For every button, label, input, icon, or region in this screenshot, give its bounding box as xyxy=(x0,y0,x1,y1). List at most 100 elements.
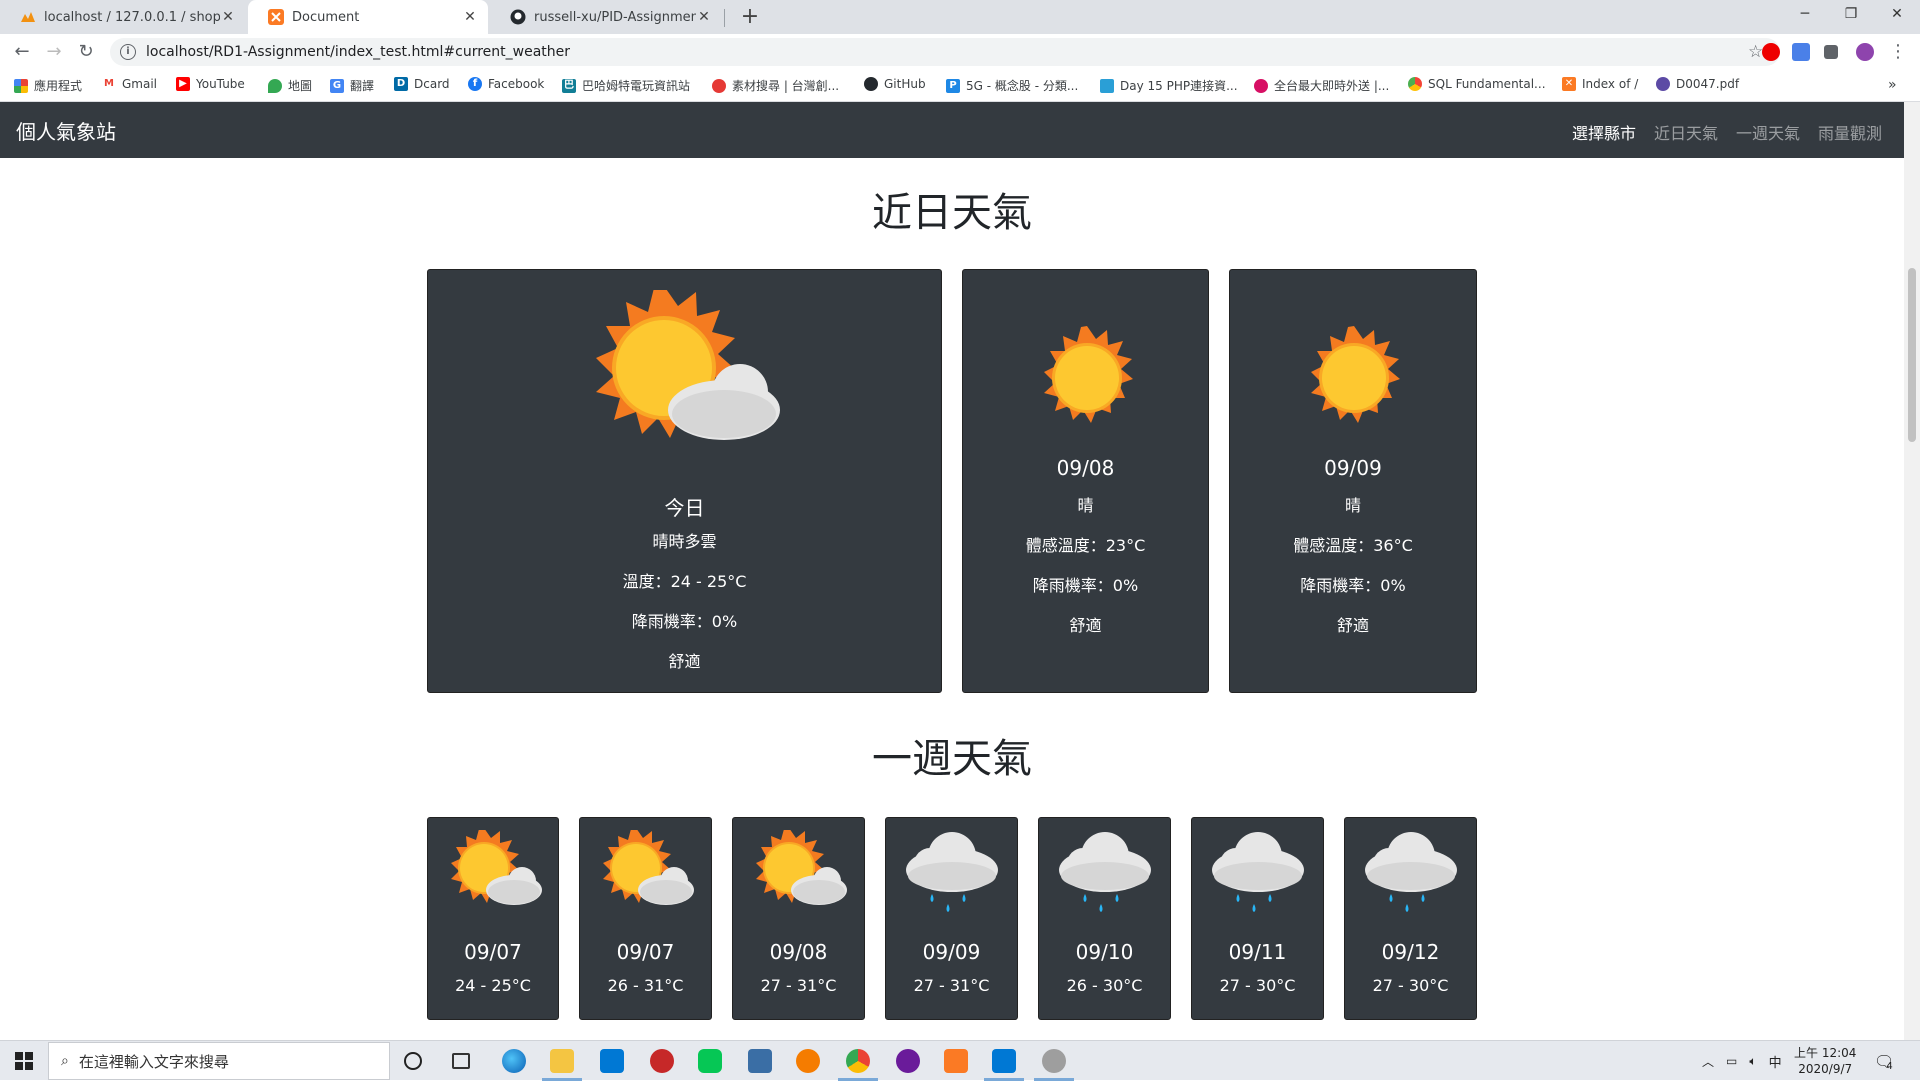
reload-icon[interactable]: ↻ xyxy=(74,40,98,64)
bookmark-sql[interactable]: SQL Fundamental... xyxy=(1408,77,1546,91)
xampp-icon xyxy=(268,9,284,25)
week-day-date: 09/11 xyxy=(1228,940,1287,964)
restore-button[interactable]: ❐ xyxy=(1828,0,1874,30)
clock[interactable]: 上午 12:04 2020/9/7 xyxy=(1794,1041,1856,1081)
url-text[interactable]: localhost/RD1-Assignment/index_test.html… xyxy=(146,44,1748,60)
new-tab-button[interactable]: + xyxy=(736,4,764,30)
clock-date: 2020/9/7 xyxy=(1798,1062,1853,1076)
translate-extension-icon[interactable] xyxy=(1792,43,1810,61)
week-day-temp: 26 - 30°C xyxy=(1066,976,1143,995)
bookmark-stock[interactable]: P 5G - 概念股 - 分類... xyxy=(946,77,1078,94)
garena-icon[interactable] xyxy=(650,1049,674,1073)
site-info-icon[interactable]: i xyxy=(120,44,136,60)
recent-weather-heading: 近日天氣 xyxy=(872,190,1032,236)
week-day-card: 09/11 27 - 30°C xyxy=(1191,817,1324,1020)
stock-icon: P xyxy=(946,78,960,93)
vscode-icon[interactable] xyxy=(992,1049,1016,1073)
dcard-icon: D xyxy=(394,77,408,91)
rain-cloud-icon xyxy=(1059,832,1151,912)
bookmark-foodpanda[interactable]: 全台最大即時外送 |... xyxy=(1254,77,1389,94)
notification-center[interactable]: 🗨︎ 4 xyxy=(1874,1041,1894,1081)
system-tray: ︿ ▭ 🔈︎ 中 xyxy=(1702,1041,1796,1081)
close-tab-icon[interactable]: ✕ xyxy=(220,9,236,25)
extensions-puzzle-icon[interactable] xyxy=(1824,45,1838,59)
week-day-temp: 27 - 31°C xyxy=(760,976,837,995)
week-day-temp: 26 - 31°C xyxy=(607,976,684,995)
bookmark-github[interactable]: GitHub xyxy=(864,77,926,91)
bookmark-gmail[interactable]: M Gmail xyxy=(102,77,157,91)
browser-tab-phpmyadmin[interactable]: localhost / 127.0.0.1 / shopping ✕ xyxy=(0,0,246,34)
tab-title: localhost / 127.0.0.1 / shopping xyxy=(44,9,220,25)
nav-week-weather[interactable]: 一週天氣 xyxy=(1736,120,1800,144)
scrollbar-thumb[interactable] xyxy=(1908,268,1916,442)
bookmark-material[interactable]: 素材搜尋 | 台灣創... xyxy=(712,77,839,94)
day-feel-temperature: 體感溫度：23°C xyxy=(1025,536,1146,555)
browser-tab-github[interactable]: russell-xu/PID-Assignment ✕ xyxy=(490,0,722,34)
cortana-icon[interactable] xyxy=(404,1052,422,1070)
charts-app-icon[interactable] xyxy=(796,1049,820,1073)
sql-icon xyxy=(1408,77,1422,91)
file-explorer-icon[interactable] xyxy=(550,1049,574,1073)
bookmark-label: D0047.pdf xyxy=(1676,77,1740,91)
volume-icon[interactable]: 🔈︎ xyxy=(1749,1054,1756,1069)
gmail-icon: M xyxy=(102,77,116,91)
opera-extension-icon[interactable] xyxy=(1762,43,1780,61)
chrome-icon[interactable] xyxy=(846,1049,870,1073)
taskbar-search-input[interactable]: ⌕ 在這裡輸入文字來搜尋 xyxy=(48,1042,390,1080)
show-hidden-icons-icon[interactable]: ︿ xyxy=(1702,1053,1714,1070)
minimize-button[interactable]: ─ xyxy=(1782,0,1828,30)
day-comfort: 舒適 xyxy=(1069,616,1102,635)
bookmark-translate[interactable]: G 翻譯 xyxy=(330,77,374,94)
network-icon[interactable]: ▭ xyxy=(1726,1054,1737,1068)
vmware-icon[interactable] xyxy=(748,1049,772,1073)
bookmark-label: 應用程式 xyxy=(34,79,83,93)
day-feel-temperature: 體感溫度：36°C xyxy=(1293,536,1413,555)
sun-cloud-icon xyxy=(451,830,542,905)
profile-avatar[interactable] xyxy=(1856,43,1874,61)
page-scrollbar[interactable] xyxy=(1904,102,1920,1040)
clock-time: 上午 12:04 xyxy=(1794,1046,1857,1060)
edge-icon[interactable] xyxy=(502,1049,526,1073)
bookmark-dcard[interactable]: D Dcard xyxy=(394,77,450,91)
nav-select-county[interactable]: 選擇縣市 xyxy=(1572,120,1636,144)
browser-tab-document[interactable]: Document ✕ xyxy=(248,0,488,34)
line-icon[interactable] xyxy=(698,1049,722,1073)
input-method-indicator[interactable]: 中 xyxy=(1769,1052,1782,1071)
site-navbar: 個人氣象站 選擇縣市 近日天氣 一週天氣 雨量觀測 xyxy=(0,102,1904,158)
windows-taskbar: ⌕ 在這裡輸入文字來搜尋 ︿ ▭ 🔈︎ 中 上午 12:04 2020/9/7 … xyxy=(0,1040,1920,1081)
sun-cloud-icon xyxy=(603,830,694,905)
close-window-button[interactable]: ✕ xyxy=(1874,0,1920,30)
nav-rainfall[interactable]: 雨量觀測 xyxy=(1818,120,1882,144)
week-day-card: 09/10 26 - 30°C xyxy=(1038,817,1171,1020)
site-brand[interactable]: 個人氣象站 xyxy=(16,116,116,145)
bookmark-label: GitHub xyxy=(884,77,926,91)
forward-icon[interactable]: → xyxy=(42,40,66,64)
bookmark-pdf[interactable]: D0047.pdf xyxy=(1656,77,1739,91)
bookmark-index[interactable]: ✕ Index of / xyxy=(1562,77,1638,91)
bookmark-youtube[interactable]: ▶ YouTube xyxy=(176,77,245,91)
tool-app-icon[interactable] xyxy=(1042,1049,1066,1073)
nav-recent-weather[interactable]: 近日天氣 xyxy=(1654,120,1718,144)
mail-icon[interactable] xyxy=(600,1049,624,1073)
bookmark-bahamut[interactable]: 巴巴哈姆特電玩資訊站 xyxy=(562,77,690,94)
apps-grid-icon xyxy=(14,78,28,93)
discord-like-icon[interactable] xyxy=(896,1049,920,1073)
week-day-date: 09/12 xyxy=(1381,940,1440,964)
bookmark-ithome[interactable]: Day 15 PHP連接資... xyxy=(1100,77,1238,94)
close-tab-icon[interactable]: ✕ xyxy=(462,9,478,25)
today-rain-probability: 降雨機率：0% xyxy=(631,612,738,631)
back-icon[interactable]: ← xyxy=(10,40,34,64)
start-button[interactable] xyxy=(0,1041,48,1081)
bookmark-apps[interactable]: 應用程式 xyxy=(14,77,82,94)
more-bookmarks-icon[interactable]: » xyxy=(1888,77,1897,93)
xampp-icon[interactable] xyxy=(944,1049,968,1073)
bookmark-facebook[interactable]: f Facebook xyxy=(468,77,544,91)
bookmark-maps[interactable]: 地圖 xyxy=(268,77,312,94)
address-bar[interactable]: i localhost/RD1-Assignment/index_test.ht… xyxy=(110,38,1780,66)
day-date: 09/08 xyxy=(1056,456,1115,480)
menu-kebab-icon[interactable]: ⋮ xyxy=(1886,40,1910,64)
close-tab-icon[interactable]: ✕ xyxy=(696,9,712,25)
task-view-icon[interactable] xyxy=(452,1053,470,1069)
today-label: 今日 xyxy=(664,496,705,520)
week-day-card: 09/12 27 - 30°C xyxy=(1344,817,1477,1020)
